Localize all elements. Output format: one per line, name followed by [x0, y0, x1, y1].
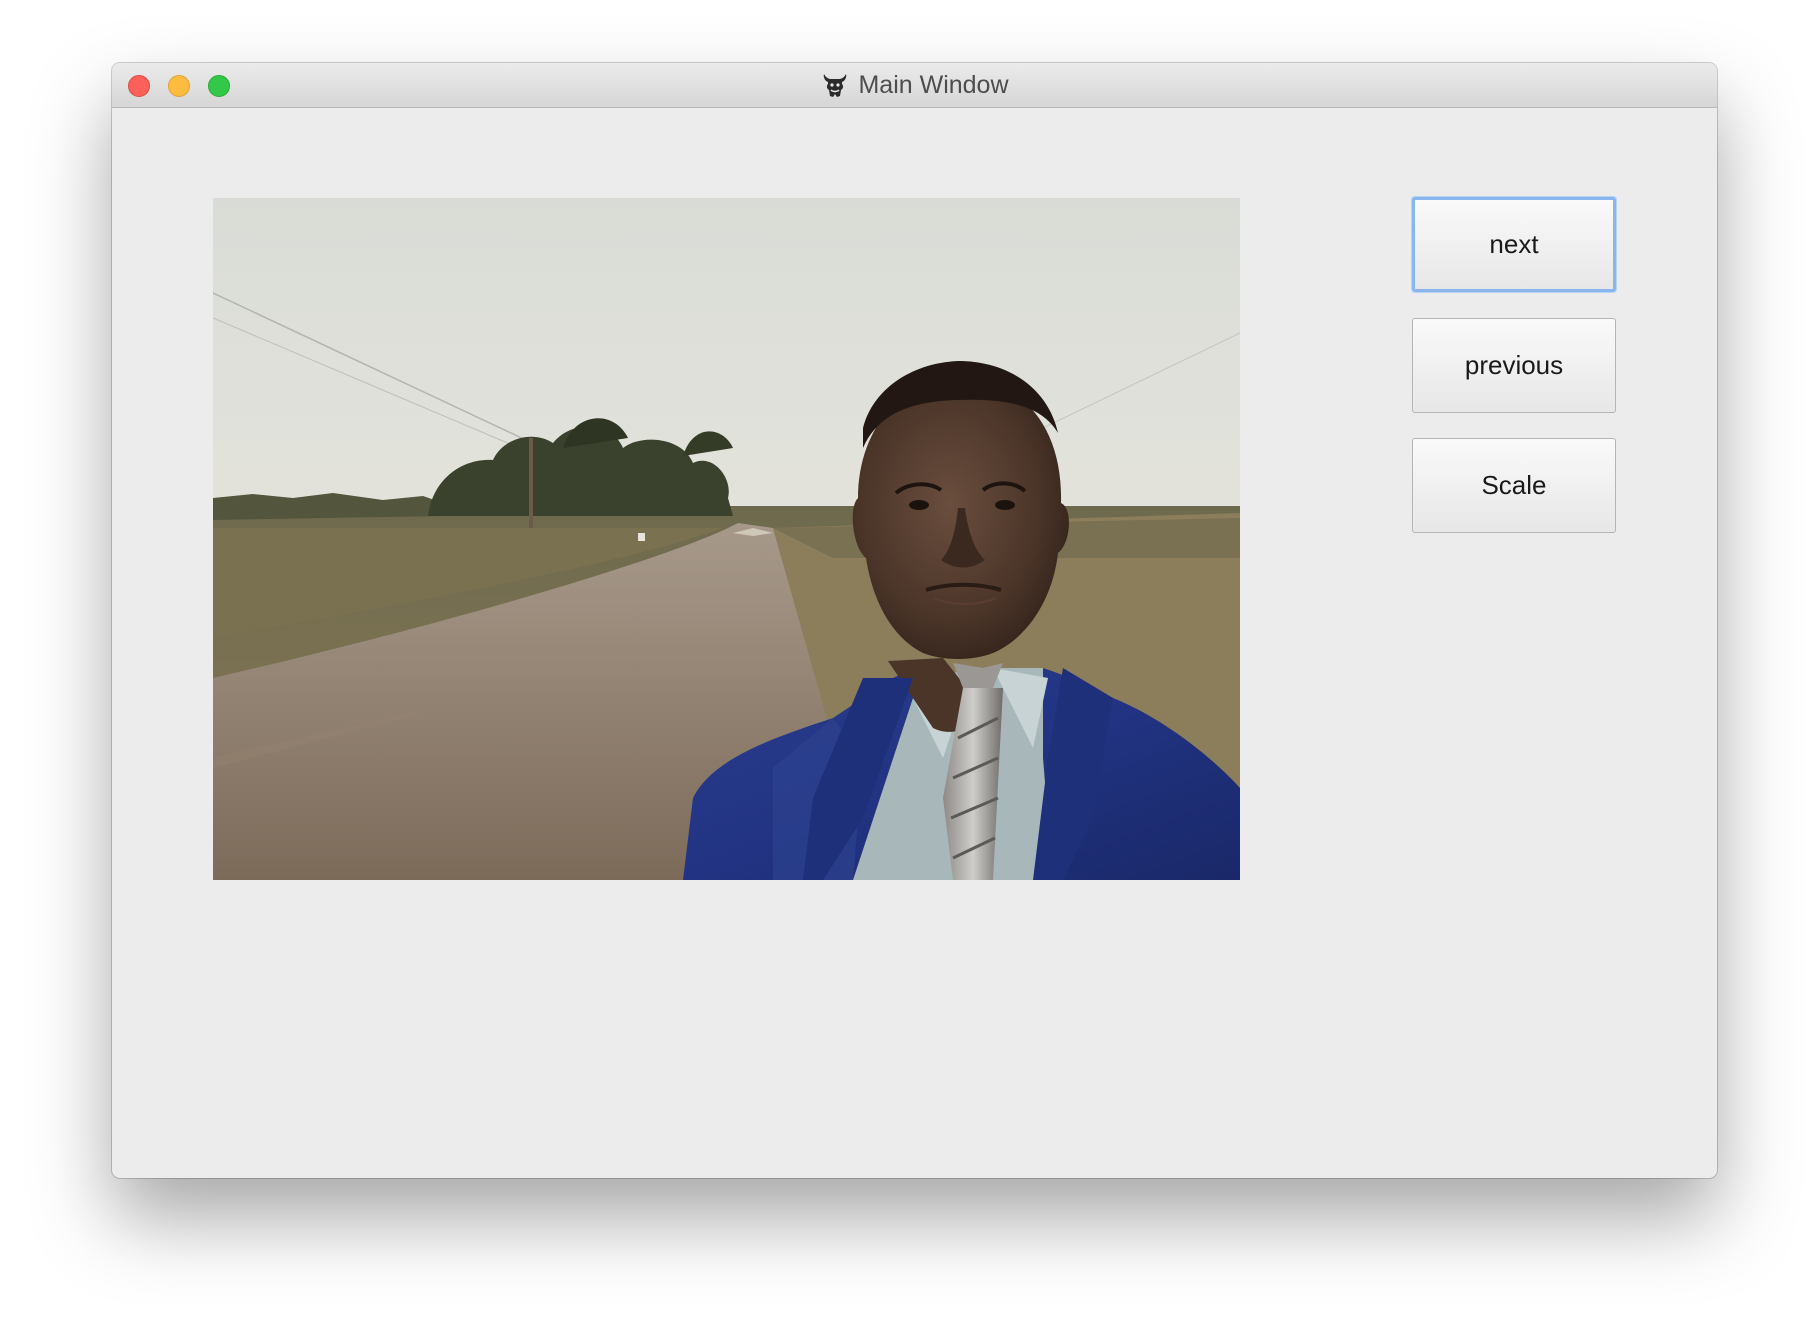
- main-window: Main Window next previous Scale: [112, 63, 1717, 1178]
- gnu-app-icon: [824, 74, 847, 97]
- portrait-photo: [213, 198, 1240, 880]
- title-bar[interactable]: Main Window: [112, 63, 1717, 108]
- window-title-group: Main Window: [112, 63, 1717, 107]
- next-button[interactable]: next: [1412, 197, 1616, 292]
- previous-button[interactable]: previous: [1412, 318, 1616, 413]
- scale-button[interactable]: Scale: [1412, 438, 1616, 533]
- window-title: Main Window: [858, 70, 1009, 99]
